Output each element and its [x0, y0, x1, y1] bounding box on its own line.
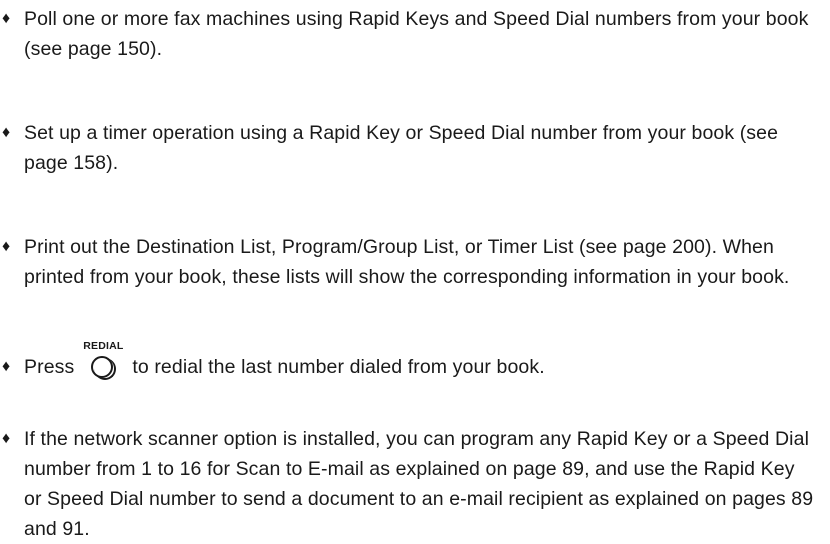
- bullet-text: If the network scanner option is install…: [24, 428, 814, 540]
- redial-description-text: to redial the last number dialed from yo…: [132, 356, 545, 378]
- bullet-text: Set up a timer operation using a Rapid K…: [24, 122, 779, 174]
- diamond-bullet-icon: ♦: [2, 358, 11, 375]
- bullet-text: Print out the Destination List, Program/…: [24, 236, 790, 288]
- manual-page: ♦ Poll one or more fax machines using Ra…: [0, 0, 830, 540]
- key-shadow: [94, 358, 117, 380]
- diamond-bullet-icon: ♦: [2, 238, 11, 255]
- press-text: Press: [24, 356, 75, 378]
- bullet-text: Poll one or more fax machines using Rapi…: [24, 8, 809, 60]
- diamond-bullet-icon: ♦: [2, 124, 11, 141]
- diamond-bullet-icon: ♦: [2, 430, 11, 447]
- redial-key-icon: REDIAL: [82, 340, 124, 382]
- redial-key-label: REDIAL: [83, 340, 124, 352]
- diamond-bullet-icon: ♦: [2, 10, 11, 27]
- bullet-text: Press REDIAL to redial the last number dia…: [24, 340, 814, 382]
